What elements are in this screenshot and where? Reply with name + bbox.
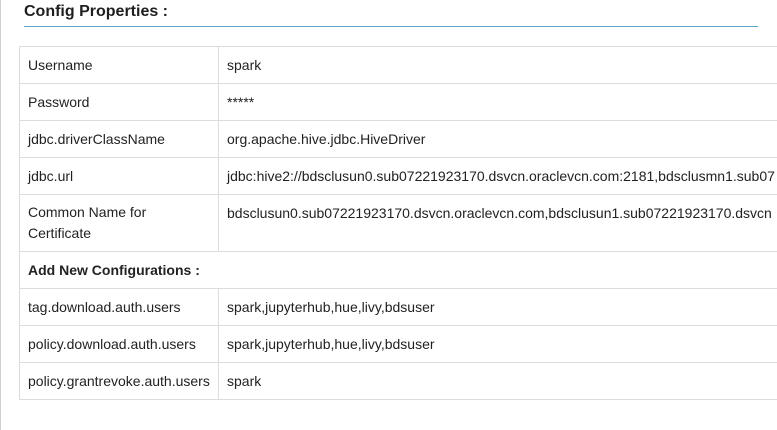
property-value: spark — [218, 362, 777, 400]
property-key: Common Name for Certificate — [19, 194, 219, 252]
property-key: jdbc.driverClassName — [19, 120, 219, 158]
table-row-common-name: Common Name for Certificate bdsclusun0.s… — [19, 194, 777, 252]
property-key: policy.grantrevoke.auth.users — [19, 362, 219, 400]
table-row-tag-download-users: tag.download.auth.users spark,jupyterhub… — [19, 288, 777, 326]
table-row-add-new-configurations: Add New Configurations : — [19, 251, 777, 289]
panel-left-border — [0, 0, 1, 430]
property-key: policy.download.auth.users — [19, 325, 219, 363]
property-value: jdbc:hive2://bdsclusun0.sub07221923170.d… — [218, 157, 777, 195]
property-value: spark,jupyterhub,hue,livy,bdsuser — [218, 325, 777, 363]
property-value: spark,jupyterhub,hue,livy,bdsuser — [218, 288, 777, 326]
property-value: bdsclusun0.sub07221923170.dsvcn.oraclevc… — [218, 194, 777, 252]
property-key: tag.download.auth.users — [19, 288, 219, 326]
property-key: Password — [19, 83, 219, 121]
table-row-jdbc-driver: jdbc.driverClassName org.apache.hive.jdb… — [19, 120, 777, 158]
config-properties-table-wrapper: Username spark Password ***** jdbc.drive… — [19, 46, 777, 400]
table-row-policy-download-users: policy.download.auth.users spark,jupyter… — [19, 325, 777, 363]
config-properties-header: Config Properties : — [24, 2, 758, 27]
table-row-policy-grantrevoke-users: policy.grantrevoke.auth.users spark — [19, 362, 777, 400]
property-key: Username — [19, 46, 219, 84]
config-properties-table: Username spark Password ***** jdbc.drive… — [19, 46, 777, 400]
table-row-jdbc-url: jdbc.url jdbc:hive2://bdsclusun0.sub0722… — [19, 157, 777, 195]
property-value: spark — [218, 46, 777, 84]
property-key: jdbc.url — [19, 157, 219, 195]
table-row-username: Username spark — [19, 46, 777, 84]
property-value: ***** — [218, 83, 777, 121]
subsection-title: Add New Configurations : — [19, 251, 777, 289]
section-title: Config Properties : — [24, 3, 169, 20]
property-value: org.apache.hive.jdbc.HiveDriver — [218, 120, 777, 158]
table-row-password: Password ***** — [19, 83, 777, 121]
